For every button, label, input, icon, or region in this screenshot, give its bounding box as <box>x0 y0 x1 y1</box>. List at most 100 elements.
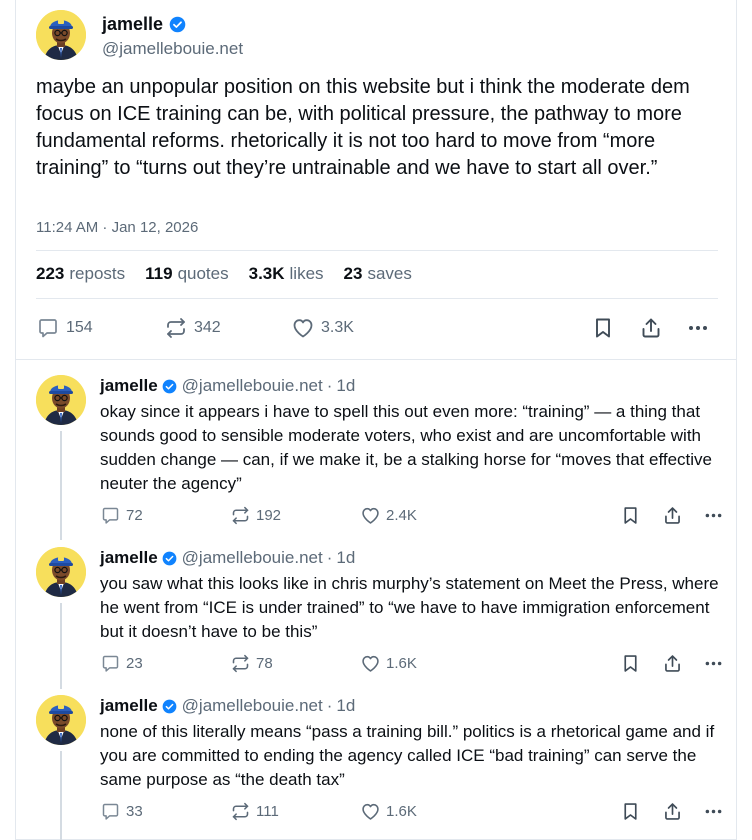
avatar-image <box>36 375 86 425</box>
saves-stat[interactable]: 23 saves <box>344 264 412 284</box>
reply-actions: 72 192 2.4K <box>100 505 720 527</box>
avatar[interactable] <box>36 10 86 60</box>
share-icon <box>639 316 663 340</box>
handle[interactable]: @jamellebouie.net <box>182 696 323 716</box>
share-button[interactable] <box>662 653 683 674</box>
section-divider <box>16 359 736 360</box>
divider <box>36 250 718 251</box>
reply-icon <box>100 653 121 674</box>
display-name[interactable]: jamelle <box>100 376 158 396</box>
like-count: 1.6K <box>386 655 417 672</box>
bookmark-icon <box>620 653 641 674</box>
more-options-button[interactable] <box>703 505 724 526</box>
like-button[interactable]: 3.3K <box>291 316 354 340</box>
divider <box>36 298 718 299</box>
reply-post[interactable]: jamelle @jamellebouie.net · 1d okay sinc… <box>16 375 736 545</box>
handle[interactable]: @jamellebouie.net <box>182 548 323 568</box>
like-icon <box>360 801 381 822</box>
avatar[interactable] <box>36 375 86 425</box>
avatar-image <box>36 695 86 745</box>
reposts-label: reposts <box>69 264 126 283</box>
like-button[interactable]: 1.6K <box>360 801 417 822</box>
more-options-button[interactable] <box>703 801 724 822</box>
reply-time[interactable]: 1d <box>336 696 355 716</box>
verified-badge-icon <box>162 699 177 714</box>
repost-count: 111 <box>256 803 279 820</box>
saves-label: saves <box>367 264 412 283</box>
avatar-image <box>36 10 86 60</box>
repost-button[interactable]: 78 <box>230 653 273 674</box>
engagement-stats: 223 reposts 119 quotes 3.3K likes 23 saves <box>36 264 432 284</box>
bookmark-button[interactable] <box>620 505 641 526</box>
like-button[interactable]: 1.6K <box>360 653 417 674</box>
more-options-button[interactable] <box>686 316 710 340</box>
like-count: 2.4K <box>386 507 417 524</box>
separator: · <box>326 376 333 395</box>
thread-line <box>60 431 62 540</box>
bookmark-button[interactable] <box>620 653 641 674</box>
reply-button[interactable]: 72 <box>100 505 143 526</box>
handle[interactable]: @jamellebouie.net <box>102 39 243 59</box>
reply-time[interactable]: 1d <box>336 376 355 396</box>
reply-button[interactable]: 154 <box>36 316 93 340</box>
reply-button[interactable]: 33 <box>100 801 143 822</box>
quotes-label: quotes <box>177 264 229 283</box>
more-icon <box>703 653 724 674</box>
reply-count: 23 <box>126 655 143 672</box>
reply-post[interactable]: jamelle @jamellebouie.net · 1d none of t… <box>16 695 736 840</box>
reply-text: okay since it appears i have to spell th… <box>100 402 713 493</box>
bookmark-button[interactable] <box>591 316 615 340</box>
bookmark-icon <box>620 505 641 526</box>
repost-button[interactable]: 342 <box>164 316 221 340</box>
main-post-author[interactable]: jamelle @jamellebouie.net <box>36 10 243 60</box>
avatar-image <box>36 547 86 597</box>
share-icon <box>662 505 683 526</box>
reply-icon <box>36 316 60 340</box>
handle[interactable]: @jamellebouie.net <box>182 376 323 396</box>
quotes-stat[interactable]: 119 quotes <box>145 264 228 284</box>
reply-time[interactable]: 1d <box>336 548 355 568</box>
repost-icon <box>230 801 251 822</box>
share-icon <box>662 801 683 822</box>
reply-count: 33 <box>126 803 143 820</box>
share-button[interactable] <box>662 801 683 822</box>
reposts-stat[interactable]: 223 reposts <box>36 264 125 284</box>
reposts-count: 223 <box>36 264 65 283</box>
repost-count: 192 <box>256 507 282 524</box>
bookmark-icon <box>591 316 615 340</box>
repost-icon <box>230 653 251 674</box>
bookmark-button[interactable] <box>620 801 641 822</box>
like-button[interactable]: 2.4K <box>360 505 417 526</box>
display-name-row[interactable]: jamelle <box>102 12 243 38</box>
reply-post[interactable]: jamelle @jamellebouie.net · 1d you saw w… <box>16 547 736 693</box>
repost-button[interactable]: 111 <box>230 801 279 822</box>
reply-actions: 23 78 1.6K <box>100 653 720 675</box>
reply-text: you saw what this looks like in chris mu… <box>100 574 719 641</box>
avatar[interactable] <box>36 547 86 597</box>
separator: · <box>326 696 333 715</box>
display-name[interactable]: jamelle <box>100 548 158 568</box>
reply-header: jamelle @jamellebouie.net · 1d <box>100 695 355 717</box>
like-count: 1.6K <box>386 803 417 820</box>
display-name[interactable]: jamelle <box>100 696 158 716</box>
more-options-button[interactable] <box>703 653 724 674</box>
avatar[interactable] <box>36 695 86 745</box>
repost-button[interactable]: 192 <box>230 505 281 526</box>
repost-icon <box>230 505 251 526</box>
like-icon <box>360 653 381 674</box>
reply-actions: 33 111 1.6K <box>100 801 720 823</box>
likes-count: 3.3K <box>248 264 285 283</box>
likes-stat[interactable]: 3.3K likes <box>249 264 324 284</box>
verified-badge-icon <box>162 551 177 566</box>
reply-icon <box>100 505 121 526</box>
display-name[interactable]: jamelle <box>102 14 163 35</box>
share-button[interactable] <box>639 316 663 340</box>
share-icon <box>662 653 683 674</box>
main-post-actions: 154 342 3.3K <box>36 314 718 342</box>
share-button[interactable] <box>662 505 683 526</box>
post-timestamp: 11:24 AM · Jan 12, 2026 <box>36 219 199 236</box>
thread-container: jamelle @jamellebouie.net maybe an unpop… <box>15 0 737 840</box>
reply-count: 154 <box>66 319 93 336</box>
reply-button[interactable]: 23 <box>100 653 143 674</box>
separator: · <box>326 548 333 567</box>
